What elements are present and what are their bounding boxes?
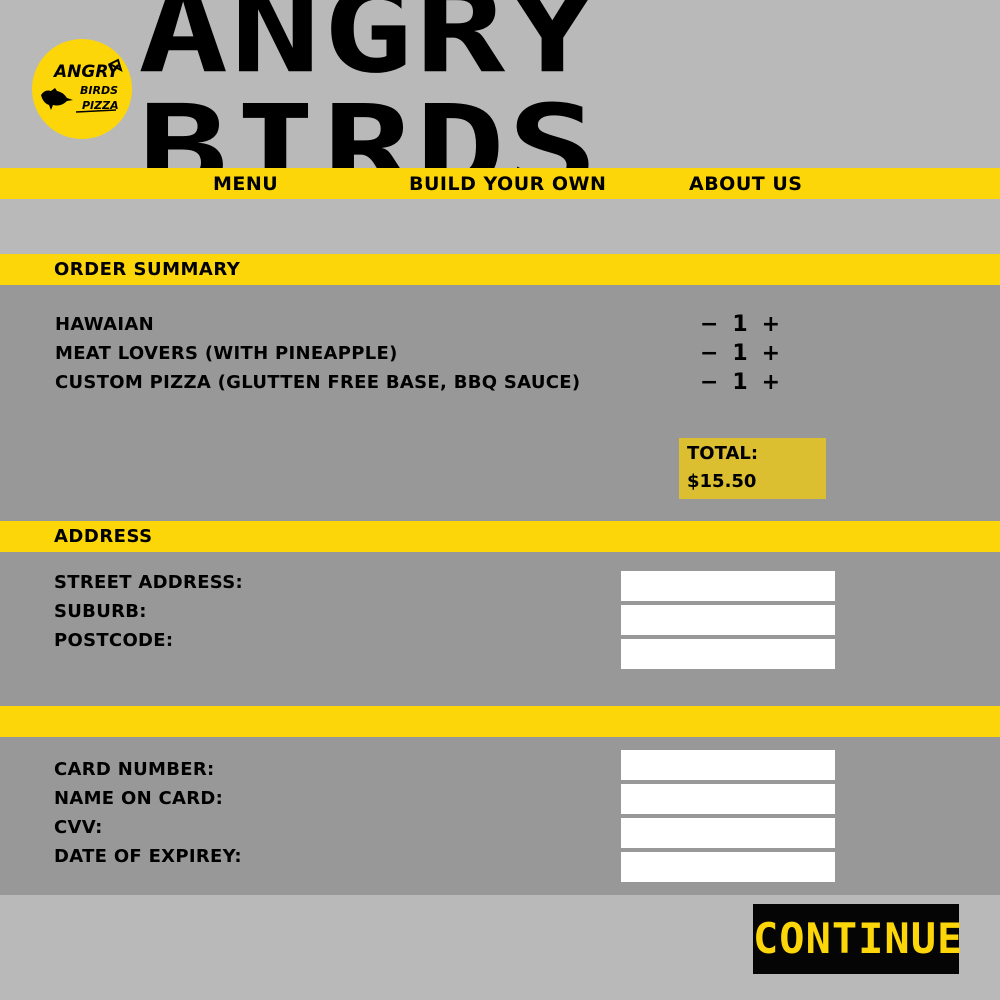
brand-title: ANGRY BIRDS xyxy=(138,0,600,217)
quantity-value: 1 xyxy=(732,312,748,337)
quantity-stepper: − 1 + xyxy=(700,311,780,339)
quantity-stepper: − 1 + xyxy=(700,340,780,368)
order-total-box: TOTAL: $15.50 xyxy=(679,438,826,499)
card-number-label: CARD NUMBER: xyxy=(54,759,215,780)
continue-button[interactable]: CONTINUE xyxy=(753,904,962,974)
address-title: ADDRESS xyxy=(54,526,153,547)
street-address-input[interactable] xyxy=(621,571,835,601)
date-of-expiry-input[interactable] xyxy=(621,852,835,882)
suburb-label: SUBURB: xyxy=(54,601,147,622)
decrease-button[interactable]: − xyxy=(700,311,718,339)
logo-text-birds: BIRDS xyxy=(80,84,118,97)
nav-item-about-us[interactable]: ABOUT US xyxy=(689,170,802,198)
suburb-input[interactable] xyxy=(621,605,835,635)
nav-item-build-your-own[interactable]: BUILD YOUR OWN xyxy=(409,170,606,198)
payment-header xyxy=(0,706,1000,737)
brand-logo[interactable]: ANGRY BIRDS PIZZA xyxy=(32,39,132,139)
cvv-label: CVV: xyxy=(54,817,103,838)
postcode-label: POSTCODE: xyxy=(54,630,174,651)
decrease-button[interactable]: − xyxy=(700,340,718,368)
card-number-input[interactable] xyxy=(621,750,835,780)
total-value: $15.50 xyxy=(687,471,757,492)
decrease-button[interactable]: − xyxy=(700,369,718,397)
order-item-name: MEAT LOVERS (WITH PINEAPPLE) xyxy=(55,343,398,364)
order-item-name: CUSTOM PIZZA (GLUTTEN FREE BASE, BBQ SAU… xyxy=(55,372,581,393)
name-on-card-input[interactable] xyxy=(621,784,835,814)
date-of-expiry-label: DATE OF EXPIREY: xyxy=(54,846,242,867)
quantity-stepper: − 1 + xyxy=(700,369,780,397)
increase-button[interactable]: + xyxy=(762,340,780,368)
logo-graphic: ANGRY BIRDS PIZZA xyxy=(41,58,123,113)
cvv-input[interactable] xyxy=(621,818,835,848)
increase-button[interactable]: + xyxy=(762,311,780,339)
street-address-label: STREET ADDRESS: xyxy=(54,572,244,593)
increase-button[interactable]: + xyxy=(762,369,780,397)
name-on-card-label: NAME ON CARD: xyxy=(54,788,224,809)
order-item-name: HAWAIAN xyxy=(55,314,154,335)
total-label: TOTAL: xyxy=(687,443,759,464)
postcode-input[interactable] xyxy=(621,639,835,669)
bird-icon xyxy=(41,88,73,110)
quantity-value: 1 xyxy=(732,341,748,366)
quantity-value: 1 xyxy=(732,370,748,395)
order-summary-title: ORDER SUMMARY xyxy=(54,259,241,280)
nav-item-menu[interactable]: MENU xyxy=(213,170,278,198)
